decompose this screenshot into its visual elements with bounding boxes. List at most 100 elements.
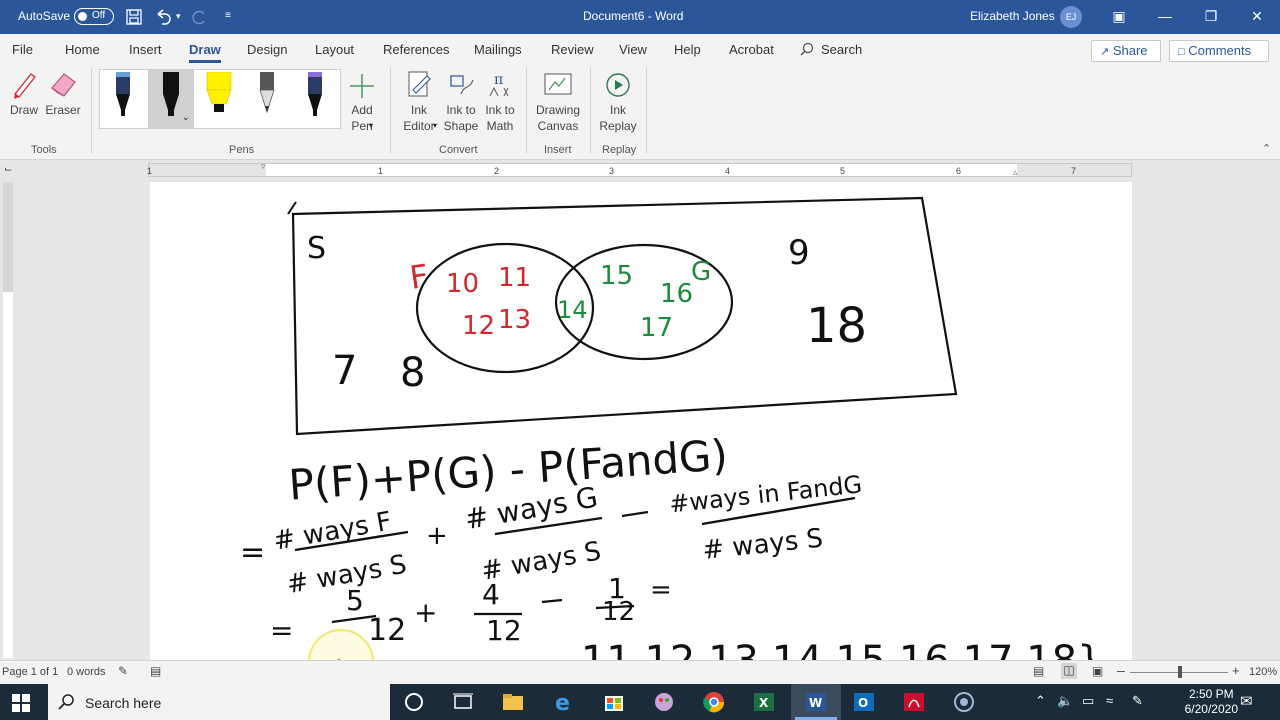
- ink-to-math-button[interactable]: π Ink to Math: [481, 70, 519, 134]
- tab-selector-icon[interactable]: ⌙: [4, 164, 12, 175]
- user-name[interactable]: Elizabeth Jones: [970, 9, 1055, 23]
- tab-references[interactable]: References: [383, 42, 449, 57]
- search-placeholder: Search here: [85, 695, 162, 711]
- tab-layout[interactable]: Layout: [315, 42, 354, 57]
- ink-to-shape-button[interactable]: Ink to Shape: [441, 70, 481, 134]
- system-clock[interactable]: 2:50 PM 6/20/2020: [1185, 687, 1238, 717]
- avatar[interactable]: EJ: [1060, 6, 1082, 28]
- equals-1: =: [240, 535, 265, 570]
- group-replay-label: Replay: [602, 144, 637, 156]
- plus-icon: [350, 74, 374, 98]
- battery-icon[interactable]: ▭: [1082, 693, 1094, 709]
- minimize-icon[interactable]: —: [1142, 0, 1188, 34]
- tab-acrobat[interactable]: Acrobat: [729, 42, 774, 57]
- store-icon[interactable]: [600, 688, 628, 716]
- drawing-canvas-button[interactable]: Drawing Canvas: [532, 70, 584, 134]
- customize-qat-icon[interactable]: ≡: [225, 10, 231, 21]
- indent-marker-icon[interactable]: ▿: [261, 161, 266, 172]
- redo-icon[interactable]: [190, 8, 208, 26]
- collapse-ribbon-icon[interactable]: ⌃: [1262, 142, 1271, 155]
- pencil-gray-icon[interactable]: [254, 72, 280, 118]
- show-hidden-icons-icon[interactable]: ⌃: [1035, 693, 1046, 709]
- pen-workspace-icon[interactable]: ✎: [1132, 693, 1143, 709]
- cortana-icon[interactable]: [400, 688, 428, 716]
- acrobat-icon[interactable]: [900, 688, 928, 716]
- equals-3: =: [650, 575, 672, 605]
- read-mode-icon[interactable]: ▤: [1033, 664, 1044, 678]
- pen-dark-galaxy-icon[interactable]: [110, 72, 136, 118]
- tab-mailings[interactable]: Mailings: [474, 42, 522, 57]
- ink-replay-icon: [606, 73, 630, 97]
- tab-home[interactable]: Home: [65, 42, 100, 57]
- ink-editor-dropdown-icon[interactable]: ▾: [433, 121, 437, 130]
- proofing-icon[interactable]: ✎: [118, 664, 128, 678]
- tab-draw[interactable]: Draw: [189, 42, 221, 63]
- title-bar: AutoSave Off ▾ ≡ Document6 - Word Elizab…: [0, 0, 1280, 34]
- recording-app-icon[interactable]: [950, 688, 978, 716]
- save-icon[interactable]: [126, 9, 142, 25]
- clock-date: 6/20/2020: [1184, 702, 1238, 716]
- ink-replay-label: Ink Replay: [599, 103, 637, 133]
- taskbar-search[interactable]: Search here: [48, 684, 390, 720]
- autosave-toggle[interactable]: Off: [74, 8, 114, 25]
- web-layout-icon[interactable]: ▣: [1092, 664, 1103, 678]
- pen-black-selected[interactable]: ⌄: [148, 70, 194, 128]
- excel-icon[interactable]: X: [750, 688, 778, 716]
- zoom-slider-thumb[interactable]: [1178, 666, 1182, 678]
- draw-button[interactable]: Draw: [6, 68, 42, 118]
- print-layout-icon[interactable]: ◫: [1061, 663, 1077, 679]
- undo-dropdown-icon[interactable]: ▾: [176, 11, 181, 22]
- den-12-3: 12: [602, 597, 635, 627]
- outlook-icon[interactable]: O: [850, 688, 878, 716]
- pen-blue-galaxy-icon[interactable]: [302, 72, 328, 118]
- svg-text:W: W: [809, 696, 822, 710]
- ways-s-3: # ways S: [701, 524, 824, 566]
- add-pen-dropdown-icon[interactable]: ▾: [369, 121, 373, 130]
- undo-icon[interactable]: [154, 8, 172, 26]
- tab-review[interactable]: Review: [551, 42, 594, 57]
- label-f: F: [407, 257, 431, 297]
- ruler-strip[interactable]: 1 1 2 3 4 5 6 7 ▿ ▵: [147, 161, 1132, 178]
- ribbon-display-options-icon[interactable]: ▣: [1096, 0, 1142, 34]
- task-view-icon[interactable]: [449, 688, 477, 716]
- restore-icon[interactable]: ❐: [1188, 0, 1234, 34]
- right-indent-marker-icon[interactable]: ▵: [1013, 167, 1018, 178]
- highlighter-yellow-icon[interactable]: [204, 72, 234, 118]
- tab-file[interactable]: File: [12, 42, 33, 57]
- close-icon[interactable]: ✕: [1234, 0, 1280, 34]
- ink-drawing: S F G 10 11 12 13 14 15 16 17 7 8 9 18 P…: [240, 196, 1103, 660]
- notifications-icon[interactable]: ✉: [1240, 692, 1253, 710]
- word-count[interactable]: 0 words: [67, 666, 106, 678]
- share-button[interactable]: ↗ Share: [1091, 40, 1161, 62]
- ink-to-shape-icon: [450, 75, 474, 95]
- ink-replay-button[interactable]: Ink Replay: [596, 70, 640, 134]
- search-icon[interactable]: [800, 42, 814, 56]
- tab-help[interactable]: Help: [674, 42, 701, 57]
- windows-start-icon[interactable]: [12, 694, 30, 712]
- file-explorer-icon[interactable]: [499, 688, 527, 716]
- zoom-in-icon[interactable]: +: [1232, 663, 1240, 678]
- accessibility-icon[interactable]: ▤: [150, 664, 161, 678]
- comments-button[interactable]: □ Comments: [1169, 40, 1269, 62]
- page-count[interactable]: Page 1 of 1: [2, 666, 58, 678]
- edge-icon[interactable]: e: [550, 688, 578, 716]
- zoom-level[interactable]: 120%: [1249, 666, 1277, 678]
- eraser-button[interactable]: Eraser: [44, 68, 82, 118]
- vertical-ruler[interactable]: [0, 180, 14, 660]
- chevron-down-icon[interactable]: ⌄: [182, 112, 190, 123]
- search-label[interactable]: Search: [821, 42, 862, 57]
- word-taskbar-active[interactable]: W: [791, 684, 841, 720]
- tab-view[interactable]: View: [619, 42, 647, 57]
- tab-design[interactable]: Design: [247, 42, 287, 57]
- ruler-number: 2: [494, 166, 500, 176]
- chrome-icon[interactable]: [700, 688, 728, 716]
- autosave-label: AutoSave: [18, 9, 71, 23]
- add-pen-button[interactable]: Add Pen: [342, 72, 382, 134]
- document-page[interactable]: S F G 10 11 12 13 14 15 16 17 7 8 9 18 P…: [150, 182, 1132, 660]
- tab-insert[interactable]: Insert: [129, 42, 162, 57]
- zoom-out-icon[interactable]: –: [1117, 662, 1125, 678]
- volume-icon[interactable]: 🔈: [1057, 693, 1073, 709]
- toggle-knob: [78, 12, 87, 21]
- paint-app-icon[interactable]: [650, 688, 678, 716]
- wifi-icon[interactable]: ≈: [1106, 693, 1113, 708]
